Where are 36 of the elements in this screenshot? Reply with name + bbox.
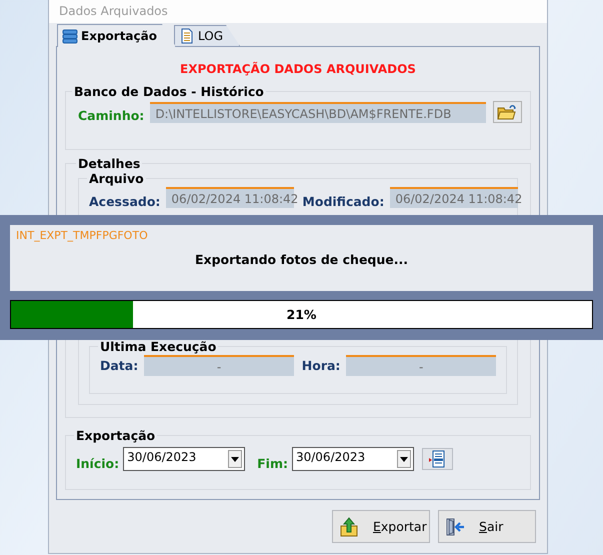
group-title: Exportação (75, 428, 156, 443)
field-label: Acessado: (89, 194, 160, 209)
date-field: 06/02/2024 11:08:42 (390, 187, 518, 208)
field-label: Hora: (302, 358, 340, 373)
export-icon (339, 516, 359, 536)
dropdown-icon[interactable] (228, 450, 242, 468)
progress-reading: 21% (286, 307, 316, 322)
document-icon (428, 450, 446, 468)
path-field: D:\INTELLISTORE\EASYCASH\BD\AM$FRENTE.FDB (150, 102, 486, 122)
dropdown-icon[interactable] (396, 450, 411, 468)
exit-icon (445, 516, 465, 536)
group-title: Arquivo (88, 171, 145, 186)
group-title: Banco de Dados - Histórico (73, 84, 265, 99)
status-message: Exportando fotos de cheque... (194, 252, 409, 267)
export-button[interactable]: Exportar (332, 510, 430, 543)
group-title: Detalhes (77, 156, 142, 171)
field-label: Data: (100, 358, 138, 373)
field-label: Fim: (257, 456, 288, 470)
date-field: 06/02/2024 11:08:42 (166, 187, 294, 208)
document-icon (178, 28, 195, 44)
exit-button[interactable]: Sair (438, 510, 536, 543)
database-icon (62, 28, 78, 44)
date-picker[interactable]: 30/06/2023 (123, 447, 246, 471)
group-title: Ultima Execução (99, 339, 218, 354)
field-label: Início: (76, 456, 120, 470)
browse-button[interactable] (492, 101, 522, 123)
task-name: INT_EXPT_TMPFPGFOTO (16, 229, 149, 242)
form-button[interactable] (422, 448, 453, 470)
date-picker[interactable]: 30/06/2023 (292, 447, 414, 471)
window-title: Dados Arquivados (49, 0, 547, 23)
tab[interactable]: Exportação (57, 24, 176, 47)
tab[interactable]: LOG (174, 25, 240, 46)
folder-icon (497, 104, 518, 120)
field-label: Caminho: (78, 108, 144, 122)
field-label: Modificado: (302, 194, 384, 209)
form-heading: EXPORTAÇÃO DADOS ARQUIVADOS (179, 62, 417, 76)
